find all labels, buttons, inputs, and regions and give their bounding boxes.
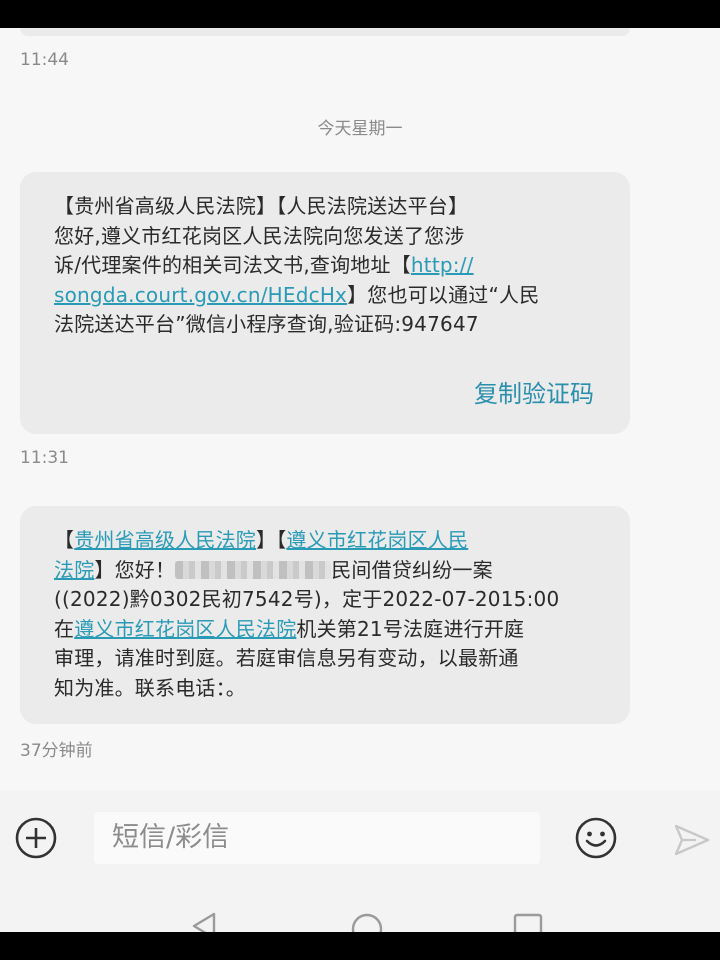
message-line: 【贵州省高级人民法院】【遵义市红花岗区人民: [54, 526, 596, 556]
message-timestamp: 11:44: [20, 50, 69, 70]
message-text: 】【: [256, 528, 287, 552]
district-court-link-continued[interactable]: 法院: [54, 558, 94, 582]
sms-screen: 11:44 今天星期一 【贵州省高级人民法院】【人民法院送达平台】 您好,遵义市…: [0, 0, 720, 960]
high-court-link[interactable]: 贵州省高级人民法院: [74, 528, 256, 552]
message-composer: 短信/彩信: [0, 790, 720, 890]
message-line: songda.court.gov.cn/HEdcHx】您也可以通过“人民: [54, 281, 596, 311]
message-timestamp: 37分钟前: [20, 741, 93, 761]
message-bubble-court-hearing[interactable]: 【贵州省高级人民法院】【遵义市红花岗区人民 法院】您好！ 民间借贷纠纷一案 ((2…: [20, 506, 630, 724]
home-circle-icon[interactable]: [350, 912, 384, 932]
message-line: 您好,遵义市红花岗区人民法院向您发送了您涉: [54, 223, 465, 248]
message-body: 【贵州省高级人民法院】【遵义市红花岗区人民 法院】您好！ 民间借贷纠纷一案 ((2…: [54, 526, 596, 703]
plus-circle-icon[interactable]: [14, 816, 58, 860]
top-black-bar: [0, 0, 720, 28]
message-line: 在遵义市红花岗区人民法院机关第21号法庭进行开庭: [54, 615, 596, 645]
message-timestamp: 11:31: [20, 448, 69, 468]
message-thread[interactable]: 11:44 今天星期一 【贵州省高级人民法院】【人民法院送达平台】 您好,遵义市…: [0, 28, 720, 790]
previous-message-bubble: [20, 28, 630, 36]
message-text: 在: [54, 616, 75, 641]
day-separator: 今天星期一: [317, 119, 403, 139]
redacted-name-blur: [175, 560, 332, 579]
recents-square-icon[interactable]: [512, 912, 544, 932]
message-line: 法院送达平台”微信小程序查询,验证码:947647: [54, 312, 479, 336]
message-line: ((2022)黔0302民初7542号)，定于2022-07-2015:00: [54, 587, 560, 611]
message-line: 诉/代理案件的相关司法文书,查询地址【http://: [54, 251, 596, 281]
navigation-bar: [0, 890, 720, 932]
message-bubble-court-delivery[interactable]: 【贵州省高级人民法院】【人民法院送达平台】 您好,遵义市红花岗区人民法院向您发送…: [20, 172, 630, 434]
message-line: 法院】您好！ 民间借贷纠纷一案: [54, 556, 596, 586]
back-triangle-icon[interactable]: [190, 912, 220, 932]
message-input[interactable]: 短信/彩信: [94, 812, 540, 864]
message-line: 审理，请准时到庭。若庭审信息另有变动，以最新通: [54, 646, 519, 670]
district-court-link[interactable]: 遵义市红花岗区人民: [286, 528, 468, 552]
message-line: 知为准。联系电话：。: [54, 675, 246, 700]
message-text: 诉/代理案件的相关司法文书,查询地址【: [54, 253, 411, 277]
bottom-black-bar: [0, 932, 720, 960]
message-text: 】您也可以通过“人民: [347, 282, 540, 307]
message-text: 民间借贷纠纷一案: [331, 557, 493, 582]
message-text: 机关第21号法庭进行开庭: [296, 616, 525, 641]
smiley-icon[interactable]: [574, 816, 618, 860]
message-line: 【贵州省高级人民法院】【人民法院送达平台】: [54, 194, 469, 218]
query-url-link[interactable]: http://: [411, 253, 474, 277]
copy-verification-code-button[interactable]: 复制验证码: [474, 374, 594, 409]
send-arrow-icon[interactable]: [672, 820, 712, 860]
query-url-link-continued[interactable]: songda.court.gov.cn/HEdcHx: [54, 283, 347, 307]
message-text: 【: [54, 528, 75, 552]
message-body: 【贵州省高级人民法院】【人民法院送达平台】 您好,遵义市红花岗区人民法院向您发送…: [54, 192, 596, 340]
message-text: 】您好！: [94, 557, 176, 582]
district-court-link[interactable]: 遵义市红花岗区人民法院: [74, 617, 296, 641]
